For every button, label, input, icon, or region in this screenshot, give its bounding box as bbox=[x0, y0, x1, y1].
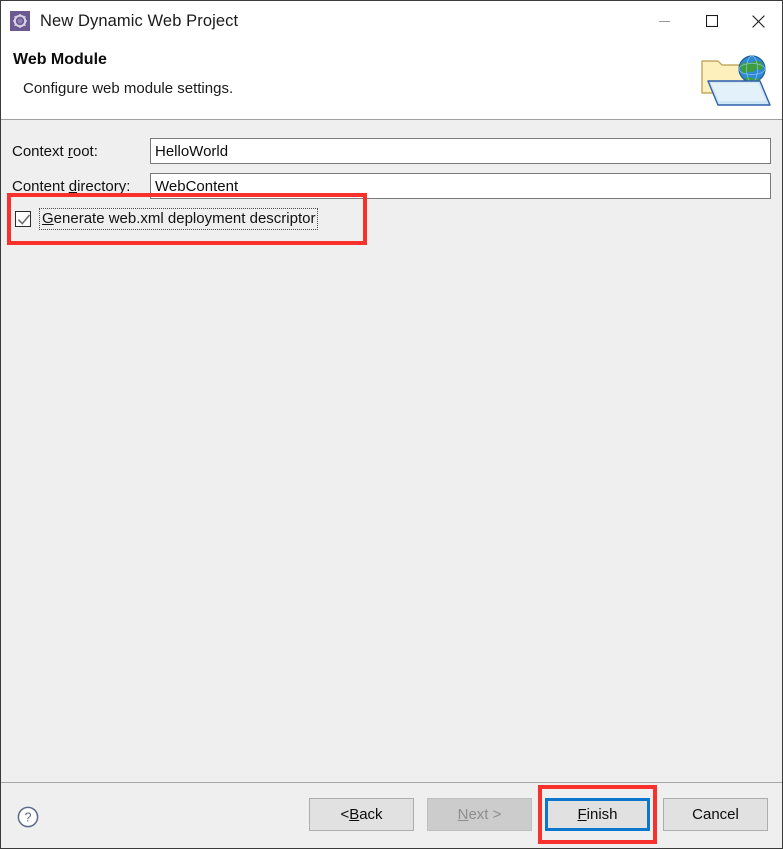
eclipse-new-wizard-icon bbox=[10, 11, 30, 31]
context-root-input[interactable] bbox=[150, 138, 771, 164]
content-directory-input[interactable] bbox=[150, 173, 771, 199]
checkmark-icon bbox=[17, 214, 31, 225]
page-description: Configure web module settings. bbox=[23, 80, 234, 97]
new-dynamic-web-project-dialog: New Dynamic Web Project Web Module Confi… bbox=[0, 0, 783, 849]
finish-button-wrapper: Finish bbox=[532, 785, 657, 844]
cancel-button[interactable]: Cancel bbox=[663, 798, 768, 831]
maximize-icon[interactable] bbox=[688, 1, 735, 41]
wizard-header: Web Module Configure web module settings… bbox=[1, 41, 782, 120]
context-root-row: Context root: bbox=[12, 138, 771, 164]
dialog-body: Context root: Content directory: Generat… bbox=[1, 120, 782, 782]
help-question-icon[interactable]: ? bbox=[17, 806, 39, 828]
close-icon[interactable] bbox=[735, 1, 782, 41]
title-bar: New Dynamic Web Project bbox=[1, 1, 782, 41]
generate-webxml-label[interactable]: Generate web.xml deployment descriptor bbox=[39, 208, 319, 230]
finish-button[interactable]: Finish bbox=[545, 798, 650, 831]
back-button[interactable]: < Back bbox=[309, 798, 414, 831]
content-directory-label: Content directory: bbox=[12, 177, 131, 195]
window-title: New Dynamic Web Project bbox=[40, 11, 239, 30]
svg-text:?: ? bbox=[25, 811, 32, 825]
minimize-icon[interactable] bbox=[641, 1, 688, 41]
context-root-label: Context root: bbox=[12, 142, 98, 160]
content-directory-row: Content directory: bbox=[12, 173, 771, 199]
window-controls bbox=[641, 1, 782, 41]
page-title: Web Module bbox=[13, 51, 107, 68]
footer-buttons: < Back Next > Finish Cancel bbox=[296, 785, 768, 844]
web-folder-globe-icon bbox=[696, 47, 774, 113]
generate-webxml-checkbox-row[interactable]: Generate web.xml deployment descriptor bbox=[15, 208, 319, 230]
dialog-footer: ? < Back Next > Finish Cancel bbox=[1, 782, 782, 848]
generate-webxml-checkbox[interactable] bbox=[15, 211, 31, 227]
next-button: Next > bbox=[427, 798, 532, 831]
